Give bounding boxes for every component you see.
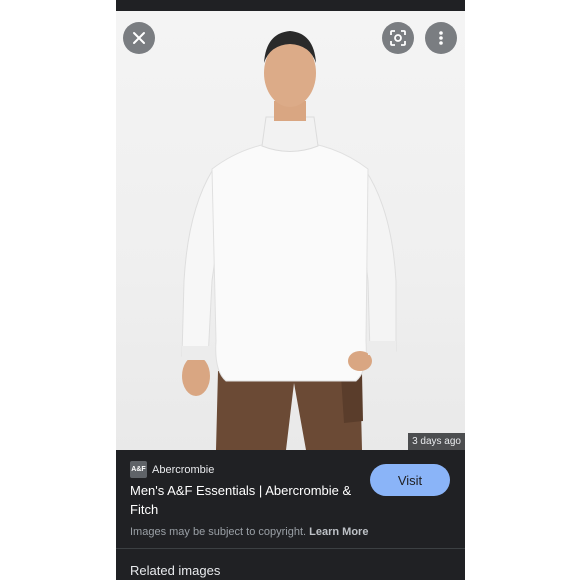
google-lens-icon — [390, 30, 406, 46]
image-timestamp: 3 days ago — [408, 433, 465, 450]
visit-button[interactable]: Visit — [370, 464, 450, 496]
status-bar — [116, 0, 465, 11]
close-button[interactable] — [123, 22, 155, 54]
google-lens-button[interactable] — [382, 22, 414, 54]
copyright-notice: Images may be subject to copyright. Lear… — [130, 526, 368, 538]
source-favicon: A&F — [130, 461, 147, 478]
phone-screen: 3 days ago A&F Abercrombie Men's A&F Ess… — [116, 0, 465, 580]
source-name: Abercrombie — [152, 463, 215, 476]
close-icon — [133, 32, 145, 44]
result-title[interactable]: Men's A&F Essentials | Abercrombie & Fit… — [130, 481, 362, 519]
learn-more-link[interactable]: Learn More — [309, 526, 368, 538]
more-vert-icon — [439, 31, 443, 45]
related-images-heading: Related images — [130, 563, 221, 578]
more-options-button[interactable] — [425, 22, 457, 54]
copyright-text: Images may be subject to copyright. — [130, 526, 307, 538]
source-row[interactable]: A&F Abercrombie — [130, 461, 214, 478]
product-image[interactable]: 3 days ago — [116, 11, 465, 450]
divider — [116, 548, 465, 549]
model-photo — [181, 31, 397, 450]
